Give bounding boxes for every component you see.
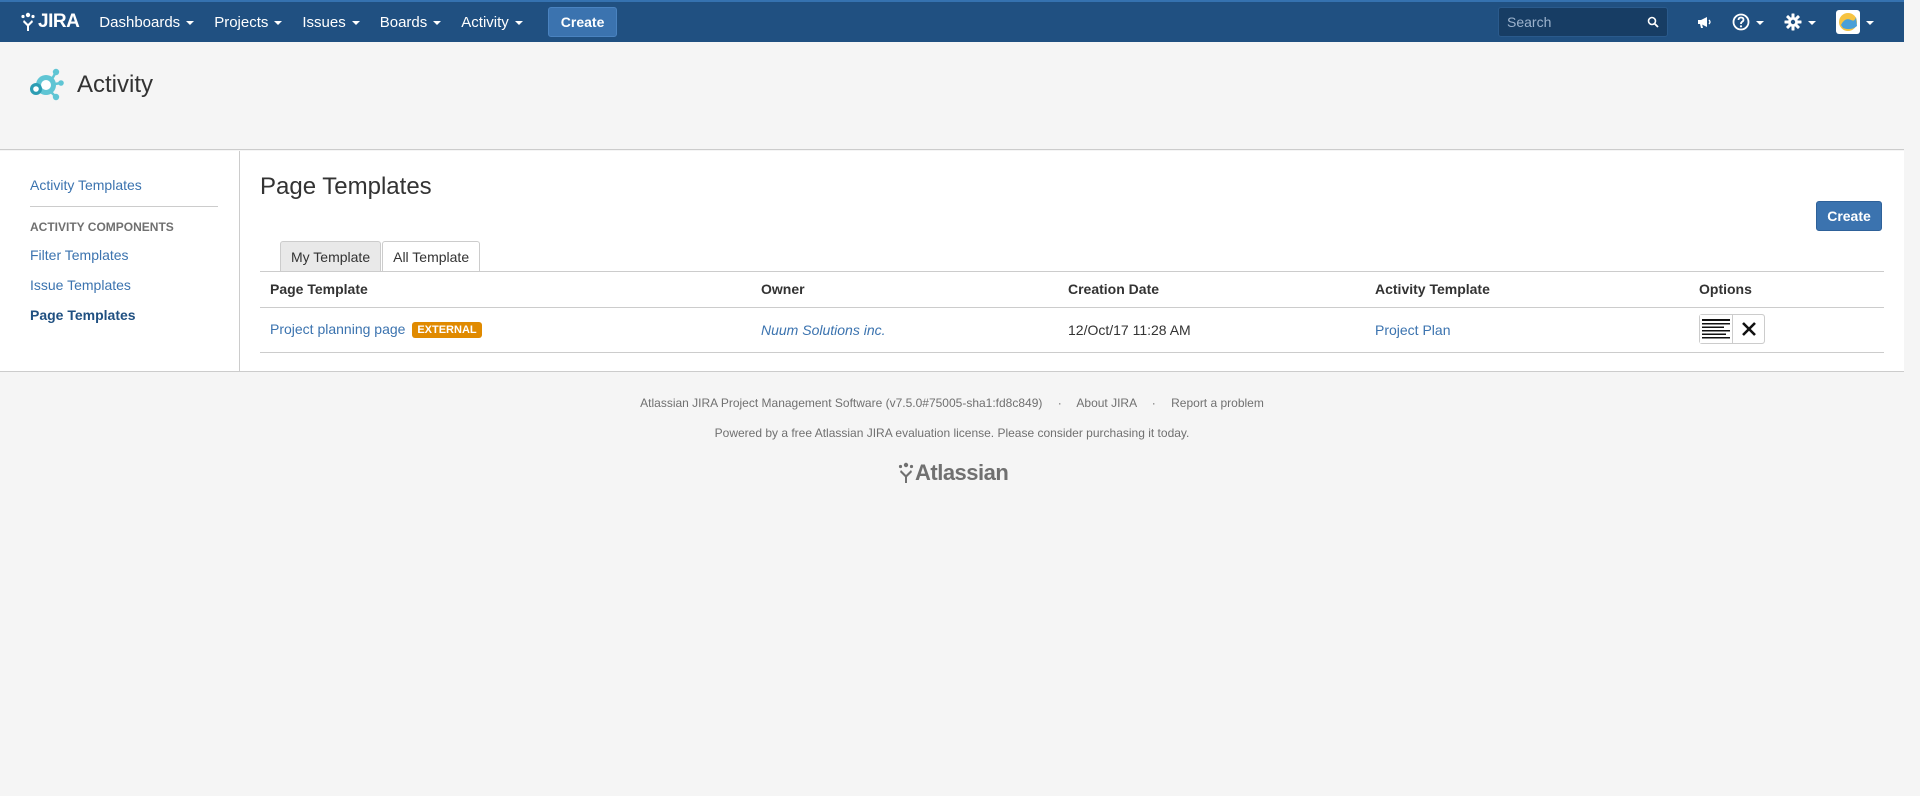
nav-issues[interactable]: Issues (292, 2, 369, 42)
avatar-image-icon (1839, 13, 1857, 31)
close-icon (1741, 321, 1756, 336)
announcements-button[interactable] (1696, 14, 1712, 30)
create-issue-button[interactable]: Create (547, 7, 618, 37)
search-placeholder: Search (1507, 14, 1552, 30)
header-tools: Search (1498, 2, 1884, 42)
footer-separator: · (1151, 396, 1156, 410)
footer-license-text: Powered by a free Atlassian JIRA evaluat… (714, 426, 1190, 440)
nav-projects-label: Projects (214, 13, 269, 31)
report-problem-link[interactable]: Report a problem (1171, 396, 1264, 410)
chevron-down-icon (1756, 21, 1764, 25)
activity-app-icon (26, 66, 68, 107)
chevron-down-icon (1808, 21, 1816, 25)
row-options (1699, 313, 1765, 344)
cell-options (1689, 307, 1884, 353)
column-header-owner[interactable]: Owner (751, 272, 1058, 308)
about-jira-link[interactable]: About JIRA (1076, 396, 1136, 410)
atlassian-logo-icon (898, 462, 914, 483)
user-profile-button[interactable] (1836, 10, 1874, 34)
search-icon (1647, 16, 1659, 28)
create-page-template-button[interactable]: Create (1816, 201, 1882, 231)
page-templates-table: Page Template Owner Creation Date Activi… (260, 272, 1884, 353)
search-input[interactable]: Search (1498, 7, 1668, 37)
nav-dashboards[interactable]: Dashboards (89, 2, 204, 42)
gear-icon (1784, 13, 1802, 31)
page-template-link[interactable]: Project planning page (270, 321, 405, 337)
cell-page-template: Project planning page EXTERNAL (260, 307, 751, 353)
sidebar-heading-activity-components: ACTIVITY COMPONENTS (30, 220, 174, 234)
column-header-page-template[interactable]: Page Template (260, 272, 751, 308)
cell-creation-date: 12/Oct/17 11:28 AM (1058, 307, 1365, 353)
nav-boards-label: Boards (379, 13, 428, 31)
view-details-button[interactable] (1700, 314, 1732, 343)
column-header-options: Options (1689, 272, 1884, 308)
status-badge: EXTERNAL (412, 322, 482, 338)
tab-all-template[interactable]: All Template (382, 241, 481, 272)
atlassian-logo-text: Atlassian (915, 460, 1009, 485)
megaphone-icon (1698, 17, 1711, 28)
nav-dashboards-label: Dashboards (99, 13, 181, 31)
footer-links: Atlassian JIRA Project Management Softwa… (0, 396, 1904, 410)
main-nav: Dashboards Projects Issues Boards Activi… (89, 2, 618, 42)
content-area: Activity Templates ACTIVITY COMPONENTS F… (0, 151, 1904, 372)
footer-software-version: Atlassian JIRA Project Management Softwa… (640, 396, 1043, 410)
sidebar-item-activity-templates[interactable]: Activity Templates (30, 177, 142, 193)
cell-owner: Nuum Solutions inc. (751, 307, 1058, 353)
column-header-activity-template[interactable]: Activity Template (1365, 272, 1689, 308)
jira-logo[interactable]: JIRA (20, 11, 80, 33)
avatar (1836, 10, 1860, 34)
cell-activity-template: Project Plan (1365, 307, 1689, 353)
help-icon (1732, 13, 1750, 31)
chevron-down-icon (274, 21, 283, 25)
sidebar: Activity Templates ACTIVITY COMPONENTS F… (0, 151, 240, 372)
atlassian-logo[interactable]: Atlassian (897, 460, 1009, 486)
chevron-down-icon (514, 21, 523, 25)
text-lines-icon (1700, 314, 1732, 343)
page-title: Activity (77, 71, 154, 98)
jira-logo-icon (21, 12, 35, 31)
nav-issues-label: Issues (302, 13, 346, 31)
jira-logo-text: JIRA (38, 11, 80, 32)
sidebar-item-filter-templates[interactable]: Filter Templates (30, 247, 129, 263)
section-title: Page Templates (260, 173, 432, 200)
column-header-creation-date[interactable]: Creation Date (1058, 272, 1365, 308)
activity-template-link[interactable]: Project Plan (1375, 322, 1450, 338)
template-tabs: My Template All Template (280, 241, 481, 272)
top-navigation-bar: JIRA Dashboards Projects Issues Boards A… (0, 0, 1904, 42)
chevron-down-icon (1866, 21, 1874, 25)
sidebar-item-issue-templates[interactable]: Issue Templates (30, 277, 131, 293)
table-header-row: Page Template Owner Creation Date Activi… (260, 272, 1884, 308)
page-header: Activity (0, 42, 1904, 150)
owner-link[interactable]: Nuum Solutions inc. (761, 322, 886, 338)
delete-button[interactable] (1732, 314, 1764, 343)
nav-projects[interactable]: Projects (204, 2, 292, 42)
sidebar-divider (30, 206, 218, 207)
chevron-down-icon (351, 21, 360, 25)
chevron-down-icon (186, 21, 195, 25)
nav-boards[interactable]: Boards (370, 2, 452, 42)
nav-activity[interactable]: Activity (451, 2, 533, 42)
nav-activity-label: Activity (461, 13, 509, 31)
footer-separator: · (1057, 396, 1062, 410)
sidebar-item-page-templates[interactable]: Page Templates (30, 307, 136, 323)
help-menu-button[interactable] (1732, 13, 1764, 31)
tab-my-template[interactable]: My Template (280, 241, 382, 271)
settings-menu-button[interactable] (1784, 13, 1816, 31)
chevron-down-icon (433, 21, 442, 25)
table-row: Project planning page EXTERNAL Nuum Solu… (260, 307, 1884, 353)
